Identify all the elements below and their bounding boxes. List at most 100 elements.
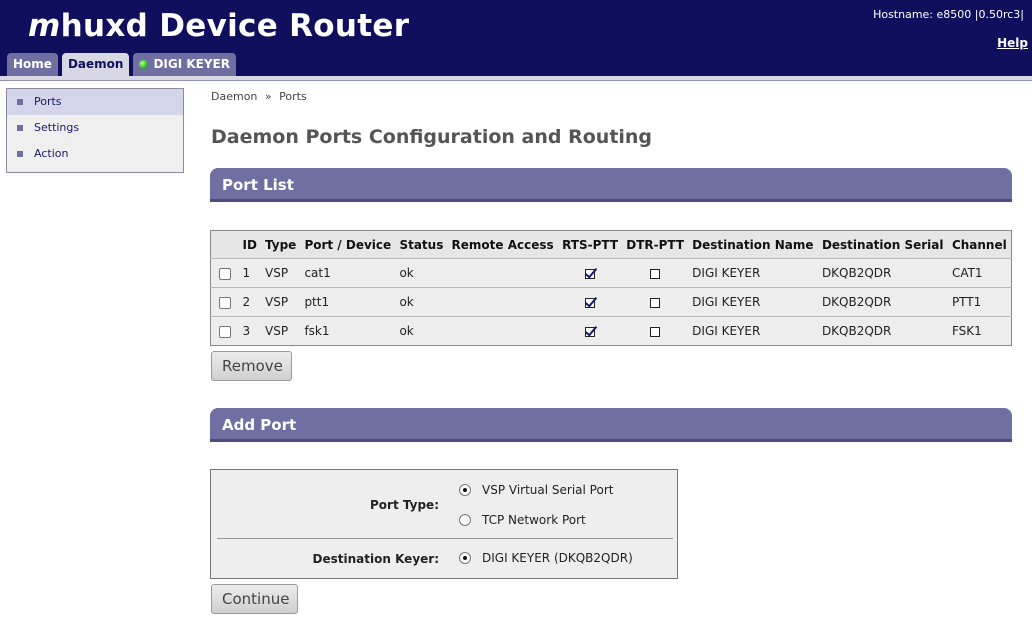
port-table: ID Type Port / Device Status Remote Acce…: [210, 230, 1012, 346]
dtr-ptt-checkbox[interactable]: [650, 268, 661, 279]
tab-home[interactable]: Home: [7, 53, 58, 76]
cell-id: 3: [238, 316, 261, 346]
radio-icon[interactable]: [459, 514, 471, 526]
cell-dest-name: DIGI KEYER: [688, 316, 818, 346]
cell-dest-serial: DKQB2QDR: [817, 316, 948, 346]
port-type-option-vsp[interactable]: VSP Virtual Serial Port: [459, 483, 613, 497]
rts-ptt-checkbox[interactable]: [585, 326, 596, 337]
sidebar-item-ports[interactable]: Ports: [7, 89, 183, 115]
port-type-option-tcp[interactable]: TCP Network Port: [459, 513, 586, 527]
row-select-checkbox[interactable]: [218, 325, 231, 338]
dest-keyer-option-label: DIGI KEYER (DKQB2QDR): [482, 551, 633, 565]
col-type: Type: [261, 230, 301, 259]
bullet-icon: [17, 125, 23, 131]
cell-device: ptt1: [300, 287, 396, 317]
col-rts-ptt: RTS-PTT: [558, 230, 623, 259]
app-title-prefix: m: [28, 8, 61, 44]
cell-dest-name: DIGI KEYER: [688, 287, 818, 317]
port-type-option-label: VSP Virtual Serial Port: [482, 483, 614, 497]
rts-ptt-checkbox[interactable]: [585, 297, 596, 308]
bullet-icon: [17, 151, 23, 157]
main-tabs: Home Daemon DIGI KEYER: [7, 53, 236, 76]
port-list-header: Port List: [210, 168, 1012, 202]
table-row: 2 VSP ptt1 ok DIGI KEYER DKQB2QDR PTT1: [210, 287, 1012, 317]
breadcrumb-daemon[interactable]: Daemon: [211, 90, 257, 103]
col-remote-access: Remote Access: [447, 230, 558, 259]
dtr-ptt-checkbox[interactable]: [650, 326, 661, 337]
cell-dtr-ptt: [622, 258, 689, 288]
col-port-device: Port / Device: [300, 230, 396, 259]
cell-device: cat1: [300, 258, 396, 288]
row-select-cell: [210, 258, 239, 288]
cell-status: ok: [395, 316, 448, 346]
table-header-row: ID Type Port / Device Status Remote Acce…: [210, 230, 1012, 259]
cell-dest-serial: DKQB2QDR: [817, 258, 948, 288]
cell-dtr-ptt: [622, 316, 689, 346]
radio-icon[interactable]: [459, 552, 471, 564]
hostname-label: Hostname: e8500 |0.50rc3|: [873, 8, 1024, 21]
port-type-option-label: TCP Network Port: [482, 513, 586, 527]
row-select-checkbox[interactable]: [218, 267, 231, 280]
cell-dest-name: DIGI KEYER: [688, 258, 818, 288]
cell-remote-access: [447, 287, 558, 317]
table-row: 3 VSP fsk1 ok DIGI KEYER DKQB2QDR FSK1: [210, 316, 1012, 346]
cell-rts-ptt: [558, 258, 623, 288]
page-title: Daemon Ports Configuration and Routing: [211, 126, 653, 148]
app-header: mhuxd Device Router Hostname: e8500 |0.5…: [0, 0, 1032, 76]
table-row: 1 VSP cat1 ok DIGI KEYER DKQB2QDR CAT1: [210, 258, 1012, 288]
form-divider: [217, 538, 673, 539]
header-divider: [0, 76, 1032, 81]
app-title: mhuxd Device Router: [28, 8, 409, 44]
cell-status: ok: [395, 287, 448, 317]
row-select-cell: [210, 316, 239, 346]
sidebar: Ports Settings Action: [6, 88, 184, 173]
cell-id: 1: [238, 258, 261, 288]
sidebar-item-settings[interactable]: Settings: [7, 115, 183, 141]
breadcrumb-ports: Ports: [279, 90, 307, 103]
col-id: ID: [238, 230, 261, 259]
tab-daemon-label: Daemon: [67, 57, 124, 71]
continue-button[interactable]: Continue: [211, 584, 298, 614]
status-led-icon: [139, 60, 149, 69]
row-select-checkbox[interactable]: [218, 296, 231, 309]
port-type-label: Port Type:: [370, 498, 439, 512]
cell-type: VSP: [261, 287, 301, 317]
sidebar-item-action[interactable]: Action: [7, 141, 183, 167]
sidebar-item-label: Ports: [34, 95, 62, 108]
cell-dest-serial: DKQB2QDR: [817, 287, 948, 317]
col-channel: Channel: [947, 230, 1012, 259]
rts-ptt-checkbox[interactable]: [585, 268, 596, 279]
cell-rts-ptt: [558, 287, 623, 317]
add-port-header: Add Port: [210, 408, 1012, 442]
tab-digi-keyer[interactable]: DIGI KEYER: [133, 53, 236, 76]
col-destination-name: Destination Name: [688, 230, 818, 259]
add-port-form: Port Type: VSP Virtual Serial Port TCP N…: [210, 469, 678, 579]
cell-dtr-ptt: [622, 287, 689, 317]
cell-remote-access: [447, 258, 558, 288]
tab-home-label: Home: [13, 57, 52, 71]
cell-type: VSP: [261, 258, 301, 288]
help-link[interactable]: Help: [997, 36, 1028, 50]
app-title-rest: huxd Device Router: [60, 8, 410, 44]
bullet-icon: [17, 99, 23, 105]
breadcrumb-separator: »: [264, 90, 272, 103]
cell-remote-access: [447, 316, 558, 346]
remove-button[interactable]: Remove: [211, 351, 292, 381]
col-status: Status: [395, 230, 448, 259]
cell-device: fsk1: [300, 316, 396, 346]
col-select: [210, 230, 239, 259]
dest-keyer-option[interactable]: DIGI KEYER (DKQB2QDR): [459, 551, 633, 565]
cell-rts-ptt: [558, 316, 623, 346]
col-dtr-ptt: DTR-PTT: [622, 230, 689, 259]
dtr-ptt-checkbox[interactable]: [650, 297, 661, 308]
radio-icon[interactable]: [459, 484, 471, 496]
sidebar-item-label: Action: [34, 147, 69, 160]
col-destination-serial: Destination Serial: [817, 230, 948, 259]
cell-type: VSP: [261, 316, 301, 346]
cell-channel: CAT1: [947, 258, 1012, 288]
cell-id: 2: [238, 287, 261, 317]
cell-channel: PTT1: [947, 287, 1012, 317]
tab-daemon[interactable]: Daemon: [61, 53, 130, 76]
row-select-cell: [210, 287, 239, 317]
dest-keyer-label: Destination Keyer:: [312, 552, 439, 566]
